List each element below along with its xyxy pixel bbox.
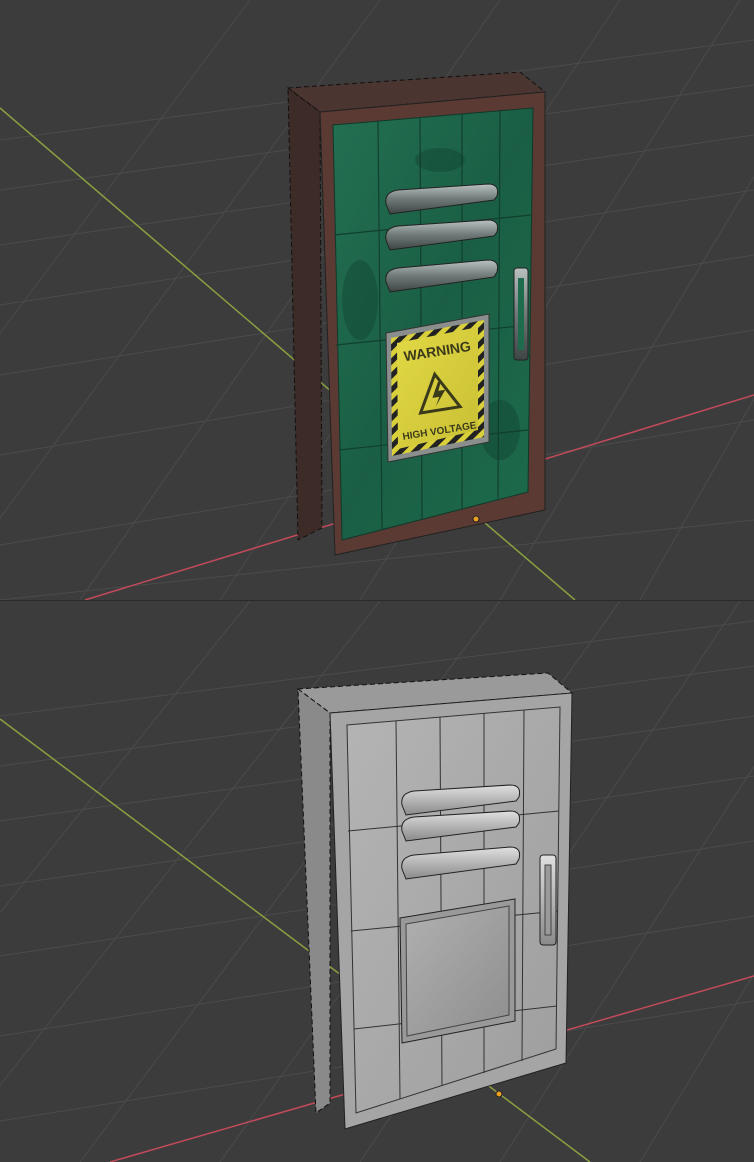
origin-point[interactable] xyxy=(472,515,480,523)
door-handle xyxy=(513,267,529,361)
viewport-canvas-bottom[interactable] xyxy=(0,601,754,1162)
door-handle-solid xyxy=(539,854,557,946)
viewport-material-preview[interactable]: WARNING HIGH VOLTAGE xyxy=(0,0,754,600)
sign-plate-solid xyxy=(399,898,516,1044)
viewport-canvas-top[interactable]: WARNING HIGH VOLTAGE xyxy=(0,0,754,600)
origin-point-bottom[interactable] xyxy=(495,1090,503,1098)
viewport-solid[interactable] xyxy=(0,600,754,1162)
door-model-textured[interactable]: WARNING HIGH VOLTAGE xyxy=(286,71,547,556)
door-model-solid[interactable] xyxy=(296,672,574,1130)
warning-sign: WARNING HIGH VOLTAGE xyxy=(385,313,490,463)
